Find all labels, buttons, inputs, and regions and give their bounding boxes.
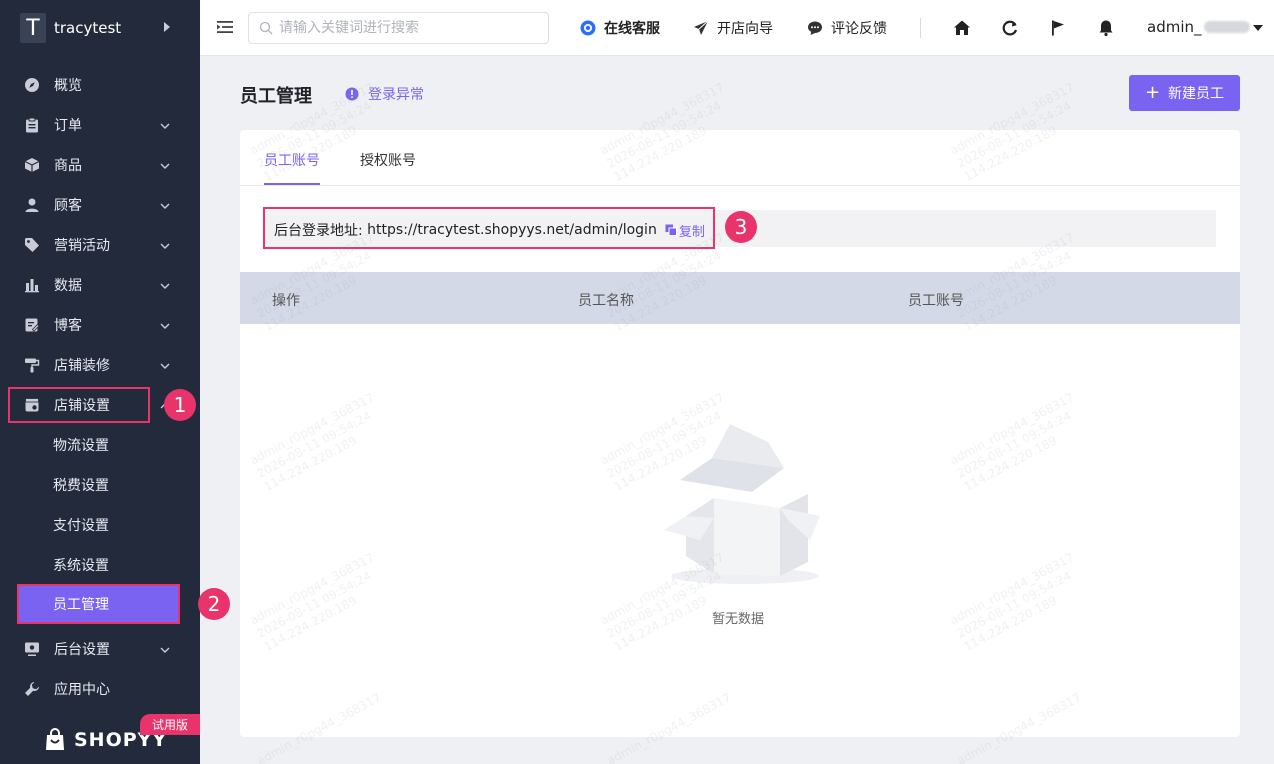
chevron-down-icon bbox=[160, 643, 170, 653]
sidebar-item-label: 概览 bbox=[54, 78, 82, 94]
sidebar-item-label: 订单 bbox=[54, 118, 82, 134]
search-icon bbox=[259, 21, 273, 35]
alert-icon bbox=[345, 87, 359, 101]
sidebar: T tracytest 概览 订单 商品 顾客 营销活动 数据 博客 店铺装修 bbox=[0, 0, 200, 764]
flag-icon[interactable] bbox=[1048, 18, 1068, 38]
sidebar-item-admin-settings[interactable]: 后台设置 bbox=[0, 629, 200, 669]
chevron-down-icon bbox=[160, 239, 170, 249]
online-service-link[interactable]: 在线客服 bbox=[580, 18, 660, 38]
compass-icon bbox=[24, 77, 40, 93]
chevron-down-icon bbox=[160, 359, 170, 369]
refresh-icon[interactable] bbox=[1000, 18, 1020, 38]
tag-icon bbox=[24, 237, 40, 253]
sidebar-item-label: 数据 bbox=[54, 278, 82, 294]
tab-staff-accounts[interactable]: 员工账号 bbox=[264, 150, 320, 170]
clipboard-icon bbox=[24, 117, 40, 133]
highlight-box-login-url bbox=[263, 207, 715, 249]
sidebar-item-label: 博客 bbox=[54, 318, 82, 334]
tab-authorized-accounts[interactable]: 授权账号 bbox=[360, 150, 416, 170]
sidebar-item-customers[interactable]: 顾客 bbox=[0, 185, 200, 225]
column-header-staff-account: 员工账号 bbox=[908, 293, 964, 309]
trial-badge: 试用版 bbox=[140, 714, 200, 735]
empty-state-text: 暂无数据 bbox=[712, 612, 765, 627]
wrench-icon bbox=[24, 681, 40, 697]
sidebar-subitem-system[interactable]: 系统设置 bbox=[0, 545, 200, 585]
table-header: 操作 员工名称 员工账号 bbox=[240, 272, 1240, 324]
store-guide-link[interactable]: 开店向导 bbox=[693, 18, 773, 38]
sidebar-subitem-logistics[interactable]: 物流设置 bbox=[0, 425, 200, 465]
sidebar-item-label: 商品 bbox=[54, 158, 82, 174]
store-name: tracytest bbox=[54, 19, 122, 37]
chevron-down-icon bbox=[160, 279, 170, 289]
step-badge-1: 1 bbox=[164, 389, 196, 421]
chevron-down-icon bbox=[160, 119, 170, 129]
shopping-bag-icon bbox=[46, 728, 64, 750]
highlight-box-store-settings bbox=[8, 387, 150, 423]
empty-box-illustration bbox=[664, 424, 820, 584]
menu-collapse-icon[interactable] bbox=[216, 18, 234, 36]
new-staff-label: 新建员工 bbox=[1168, 86, 1225, 102]
toolbar-divider bbox=[920, 18, 921, 38]
sidebar-item-overview[interactable]: 概览 bbox=[0, 65, 200, 105]
page-title: 员工管理 bbox=[240, 86, 312, 107]
username: admin_ bbox=[1147, 18, 1202, 36]
user-icon bbox=[24, 197, 40, 213]
chevron-right-icon bbox=[164, 22, 170, 32]
plus-icon: + bbox=[1144, 82, 1161, 103]
store-switcher[interactable]: T tracytest bbox=[0, 0, 200, 56]
sidebar-item-store-design[interactable]: 店铺装修 bbox=[0, 345, 200, 385]
feedback-link[interactable]: 评论反馈 bbox=[807, 18, 887, 38]
sidebar-item-app-center[interactable]: 应用中心 bbox=[0, 669, 200, 709]
sidebar-item-label: 应用中心 bbox=[54, 682, 110, 698]
sidebar-item-label: 顾客 bbox=[54, 198, 82, 214]
sidebar-item-products[interactable]: 商品 bbox=[0, 145, 200, 185]
feedback-label: 评论反馈 bbox=[831, 21, 887, 37]
online-service-label: 在线客服 bbox=[604, 21, 660, 37]
column-header-staff-name: 员工名称 bbox=[578, 293, 634, 309]
chevron-down-icon bbox=[160, 319, 170, 329]
chevron-down-icon bbox=[160, 199, 170, 209]
monitor-gear-icon bbox=[24, 641, 40, 657]
new-staff-button[interactable]: + 新建员工 bbox=[1129, 75, 1240, 111]
chevron-down-icon bbox=[160, 159, 170, 169]
username-redacted bbox=[1203, 21, 1250, 33]
sidebar-item-label: 后台设置 bbox=[54, 642, 110, 658]
bell-icon[interactable] bbox=[1096, 18, 1116, 38]
highlight-box-staff bbox=[17, 584, 180, 624]
paper-plane-icon bbox=[694, 20, 709, 35]
sidebar-subitem-tax[interactable]: 税费设置 bbox=[0, 465, 200, 505]
step-badge-2: 2 bbox=[198, 588, 230, 620]
sidebar-item-data[interactable]: 数据 bbox=[0, 265, 200, 305]
step-badge-3: 3 bbox=[725, 211, 757, 243]
caret-down-icon[interactable] bbox=[1253, 25, 1263, 31]
box-icon bbox=[24, 157, 40, 173]
chat-bubble-icon bbox=[580, 20, 596, 36]
home-icon[interactable] bbox=[952, 18, 972, 38]
bar-chart-icon bbox=[24, 277, 40, 293]
paint-roller-icon bbox=[24, 357, 40, 373]
top-bar: 在线客服 开店向导 评论反馈 admin_ bbox=[200, 0, 1274, 56]
sidebar-item-marketing[interactable]: 营销活动 bbox=[0, 225, 200, 265]
sidebar-item-label: 店铺装修 bbox=[54, 358, 110, 374]
login-anomaly-link[interactable]: 登录异常 bbox=[345, 84, 424, 104]
search-box[interactable] bbox=[248, 12, 549, 44]
sidebar-item-label: 营销活动 bbox=[54, 238, 110, 254]
sidebar-item-orders[interactable]: 订单 bbox=[0, 105, 200, 145]
sidebar-subitem-payment[interactable]: 支付设置 bbox=[0, 505, 200, 545]
store-logo: T bbox=[20, 13, 46, 43]
user-menu[interactable]: admin_ bbox=[1147, 18, 1250, 36]
active-tab-indicator bbox=[264, 183, 320, 185]
login-anomaly-label: 登录异常 bbox=[368, 87, 424, 103]
column-header-actions: 操作 bbox=[272, 293, 300, 309]
blog-icon bbox=[24, 317, 40, 333]
search-input[interactable] bbox=[279, 20, 539, 36]
sidebar-item-blog[interactable]: 博客 bbox=[0, 305, 200, 345]
tab-bar: 员工账号 授权账号 bbox=[240, 130, 1240, 186]
comment-icon bbox=[808, 21, 822, 35]
store-guide-label: 开店向导 bbox=[717, 21, 773, 37]
